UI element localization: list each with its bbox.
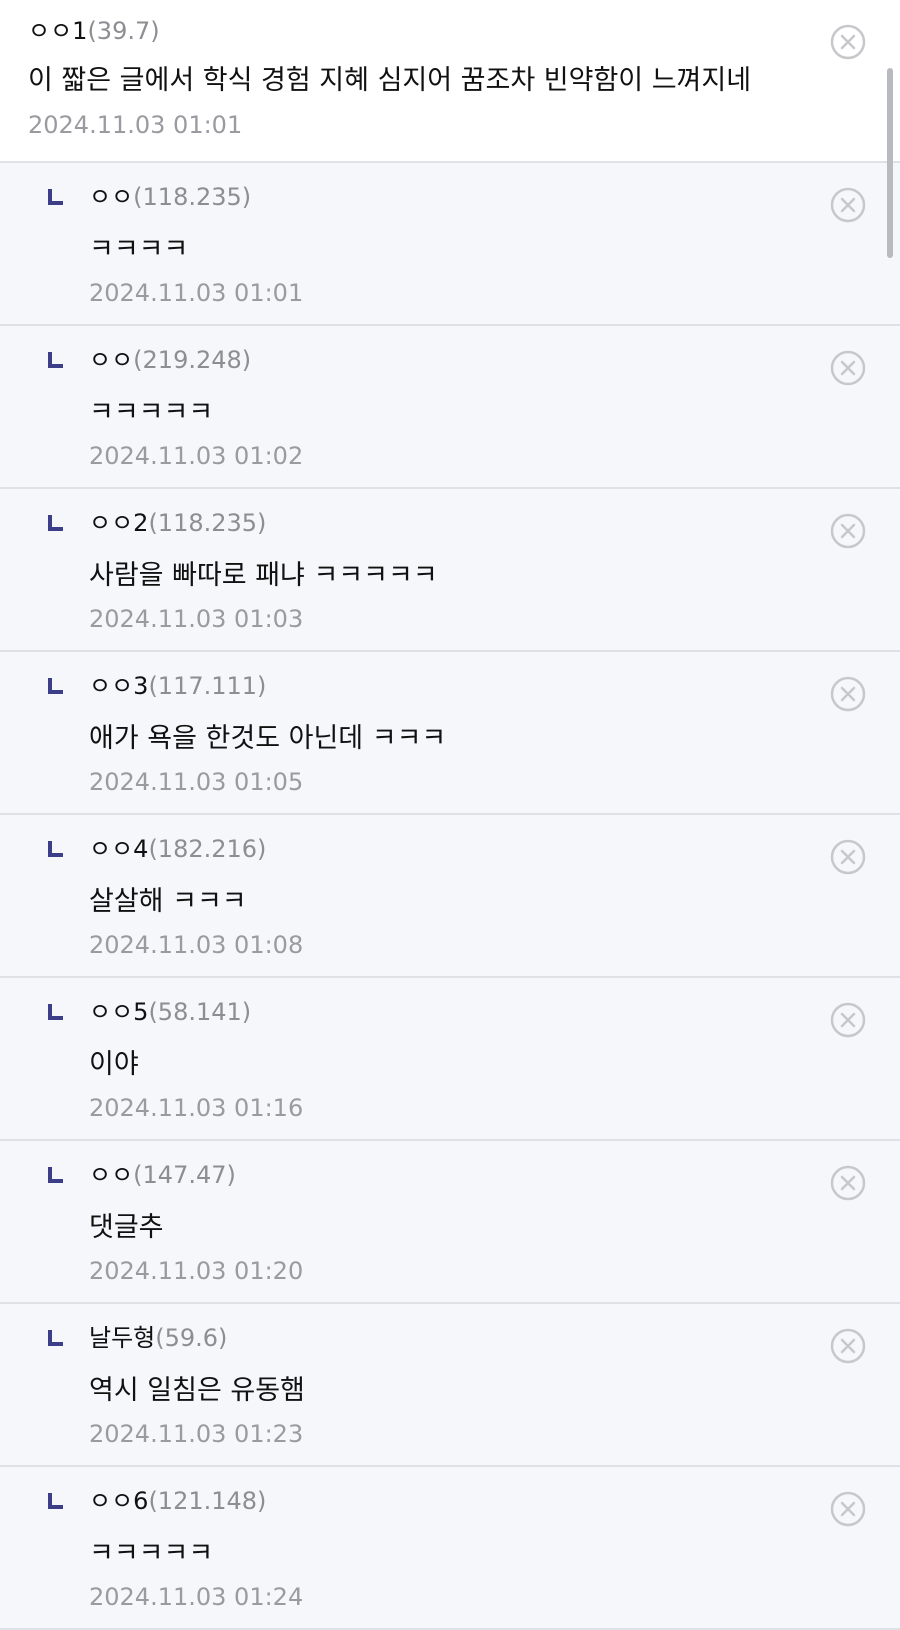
comment-author: ㅇㅇ(118.235) [89,181,251,213]
comment-nickname[interactable]: ㅇㅇ3 [89,672,148,700]
comment-timestamp: 2024.11.03 01:05 [89,768,304,796]
comment-author: ㅇㅇ2(118.235) [89,507,266,539]
comment-nickname[interactable]: ㅇㅇ5 [89,998,148,1026]
comment-ip: (118.235) [133,183,252,211]
reply-item: ㅇㅇ2(118.235) 사람을 빠따로 패냐 ㅋㅋㅋㅋㅋ 2024.11.03… [0,489,900,652]
comment-timestamp: 2024.11.03 01:01 [28,111,243,139]
close-circle-icon[interactable] [830,1165,866,1201]
comment-ip: (58.141) [148,998,252,1026]
comment-author: ㅇㅇ4(182.216) [89,833,266,865]
comment-text: 애가 욕을 한것도 아닌데 ㅋㅋㅋ [89,723,447,754]
reply-arrow-icon [48,189,63,205]
comment-ip: (39.7) [87,17,160,45]
comment-nickname[interactable]: ㅇㅇ [89,183,133,211]
close-circle-icon[interactable] [830,513,866,549]
reply-arrow-icon [48,1493,63,1509]
reply-item: ㅇㅇ4(182.216) 살살해 ㅋㅋㅋ 2024.11.03 01:08 [0,815,900,978]
comment-timestamp: 2024.11.03 01:16 [89,1094,304,1122]
comment-nickname[interactable]: 날두형 [89,1324,155,1352]
close-circle-icon[interactable] [830,1002,866,1038]
comment-timestamp: 2024.11.03 01:01 [89,279,304,307]
reply-item: ㅇㅇ(219.248) ㅋㅋㅋㅋㅋ 2024.11.03 01:02 [0,326,900,489]
reply-item: ㅇㅇ(147.47) 댓글추 2024.11.03 01:20 [0,1141,900,1304]
close-circle-icon[interactable] [830,187,866,223]
comment-author: ㅇㅇ1(39.7) [28,15,160,47]
comment-ip: (147.47) [133,1161,236,1189]
comment-author: ㅇㅇ(219.248) [89,344,251,376]
comment-author: ㅇㅇ(147.47) [89,1159,236,1191]
reply-item: ㅇㅇ(118.235) ㅋㅋㅋㅋ 2024.11.03 01:01 [0,163,900,326]
comment-text: ㅋㅋㅋㅋㅋ [89,1538,214,1569]
scrollbar[interactable] [887,68,893,258]
comment-nickname[interactable]: ㅇㅇ6 [89,1487,148,1515]
comment-author: ㅇㅇ5(58.141) [89,996,251,1028]
comment-ip: (118.235) [148,509,267,537]
comment-ip: (182.216) [148,835,267,863]
close-circle-icon[interactable] [830,839,866,875]
comment-list: ㅇㅇ1(39.7) 이 짧은 글에서 학식 경험 지혜 심지어 꿈조차 빈약함이… [0,0,900,1630]
comment-text: 살살해 ㅋㅋㅋ [89,886,247,917]
reply-item: 날두형(59.6) 역시 일침은 유동햄 2024.11.03 01:23 [0,1304,900,1467]
comment-author: ㅇㅇ3(117.111) [89,670,266,702]
close-circle-icon[interactable] [830,350,866,386]
close-circle-icon[interactable] [830,1491,866,1527]
comment-text: 이 짧은 글에서 학식 경험 지혜 심지어 꿈조차 빈약함이 느껴지네 [28,65,752,96]
close-circle-icon[interactable] [830,24,866,60]
comment-timestamp: 2024.11.03 01:20 [89,1257,304,1285]
comment-text: 이야 [89,1049,139,1080]
comment-author: 날두형(59.6) [89,1322,227,1354]
reply-item: ㅇㅇ3(117.111) 애가 욕을 한것도 아닌데 ㅋㅋㅋ 2024.11.0… [0,652,900,815]
comment-author: ㅇㅇ6(121.148) [89,1485,266,1517]
comment-timestamp: 2024.11.03 01:02 [89,442,304,470]
comment-item: ㅇㅇ1(39.7) 이 짧은 글에서 학식 경험 지혜 심지어 꿈조차 빈약함이… [0,0,900,163]
reply-arrow-icon [48,352,63,368]
comment-nickname[interactable]: ㅇㅇ4 [89,835,148,863]
comment-nickname[interactable]: ㅇㅇ1 [28,17,87,45]
reply-arrow-icon [48,515,63,531]
reply-item: ㅇㅇ5(58.141) 이야 2024.11.03 01:16 [0,978,900,1141]
comment-timestamp: 2024.11.03 01:03 [89,605,304,633]
comment-ip: (219.248) [133,346,252,374]
comment-nickname[interactable]: ㅇㅇ [89,1161,133,1189]
close-circle-icon[interactable] [830,676,866,712]
comment-timestamp: 2024.11.03 01:23 [89,1420,304,1448]
reply-arrow-icon [48,1167,63,1183]
comment-nickname[interactable]: ㅇㅇ [89,346,133,374]
comment-text: 사람을 빠따로 패냐 ㅋㅋㅋㅋㅋ [89,560,438,591]
comment-text: 댓글추 [89,1212,164,1243]
reply-arrow-icon [48,841,63,857]
comment-ip: (59.6) [155,1324,228,1352]
close-circle-icon[interactable] [830,1328,866,1364]
reply-arrow-icon [48,1330,63,1346]
comment-ip: (117.111) [148,672,267,700]
reply-item: ㅇㅇ6(121.148) ㅋㅋㅋㅋㅋ 2024.11.03 01:24 [0,1467,900,1630]
comment-text: 역시 일침은 유동햄 [89,1375,305,1406]
comment-timestamp: 2024.11.03 01:08 [89,931,304,959]
comment-ip: (121.148) [148,1487,267,1515]
reply-arrow-icon [48,678,63,694]
comment-timestamp: 2024.11.03 01:24 [89,1583,304,1611]
comment-text: ㅋㅋㅋㅋ [89,234,189,265]
reply-arrow-icon [48,1004,63,1020]
comment-text: ㅋㅋㅋㅋㅋ [89,397,214,428]
comment-nickname[interactable]: ㅇㅇ2 [89,509,148,537]
